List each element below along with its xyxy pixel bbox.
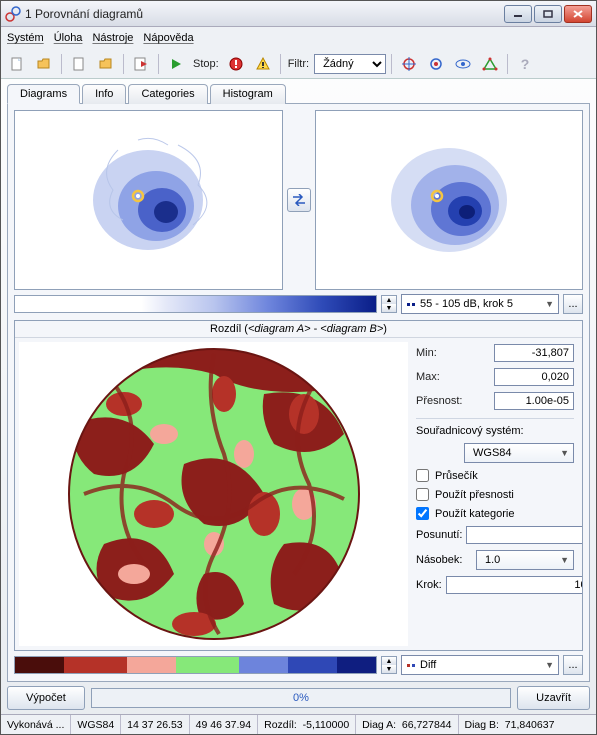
diff-legend-label: Diff <box>420 659 436 671</box>
gradient-spinner[interactable]: ▲▼ <box>381 295 397 313</box>
pouzit-kat-label: Použít kategorie <box>435 508 515 520</box>
progress-label: 0% <box>293 692 309 704</box>
diff-image <box>64 344 364 644</box>
export-button[interactable] <box>129 52 153 76</box>
prusecik-label: Průsečík <box>435 470 478 482</box>
legend-sq-icon <box>406 299 416 309</box>
play-button[interactable] <box>164 52 188 76</box>
menu-system[interactable]: Systém <box>7 32 44 44</box>
status-bar: Vykonává ... WGS84 14 37 26.53 49 46 37.… <box>1 714 596 734</box>
filtr-label: Filtr: <box>288 58 309 70</box>
app-icon <box>5 6 21 22</box>
uzavrit-button[interactable]: Uzavřít <box>517 686 590 710</box>
progress-bar: 0% <box>91 688 511 708</box>
db-range-select[interactable]: 55 - 105 dB, krok 5 ▼ <box>401 294 559 314</box>
minimize-button[interactable] <box>504 5 532 23</box>
diff-header: Rozdíl (<diagram A> - <diagram B>) <box>15 321 582 338</box>
chevron-down-icon: ▼ <box>560 448 569 458</box>
prec-value: 1.00e-05 <box>494 392 574 410</box>
help-icon[interactable]: ? <box>513 52 537 76</box>
new-file-2-button[interactable] <box>67 52 91 76</box>
diagram-b-pane[interactable] <box>315 110 584 290</box>
nasobek-label: Násobek: <box>416 554 472 566</box>
separator <box>280 54 281 74</box>
maximize-button[interactable] <box>534 5 562 23</box>
gradient-bar-top[interactable] <box>14 295 377 313</box>
separator <box>61 54 62 74</box>
status-diagb: Diag B: 71,840637 <box>459 715 561 734</box>
chevron-down-icon: ▼ <box>560 555 569 565</box>
diff-gradient-bar[interactable] <box>14 656 377 674</box>
separator <box>158 54 159 74</box>
menu-bar: Systém Úloha Nástroje Nápověda <box>1 27 596 49</box>
posun-label: Posunutí: <box>416 529 462 541</box>
close-button[interactable] <box>564 5 592 23</box>
db-range-more-button[interactable]: ... <box>563 294 583 314</box>
eye-icon[interactable] <box>451 52 475 76</box>
db-range-label: 55 - 105 dB, krok 5 <box>420 298 513 310</box>
open-folder-2-button[interactable] <box>94 52 118 76</box>
coord-select[interactable]: WGS84 ▼ <box>464 443 574 463</box>
max-value: 0,020 <box>494 368 574 386</box>
alert-button[interactable] <box>251 52 275 76</box>
status-vykonava: Vykonává ... <box>1 715 71 734</box>
filtr-select[interactable]: Žádný <box>314 54 386 74</box>
open-folder-button[interactable] <box>32 52 56 76</box>
diagram-a-image <box>58 120 238 280</box>
stop-button[interactable] <box>224 52 248 76</box>
menu-nastroje[interactable]: Nástroje <box>92 32 133 44</box>
pouzit-presnosti-checkbox[interactable] <box>416 488 429 501</box>
chevron-down-icon: ▼ <box>545 299 554 309</box>
window-title: 1 Porovnání diagramů <box>25 7 504 21</box>
pouzit-pres-label: Použít přesnosti <box>435 489 514 501</box>
target-red-icon[interactable] <box>397 52 421 76</box>
coord-label: Souřadnicový systém: <box>416 425 574 437</box>
tab-categories[interactable]: Categories <box>128 84 207 104</box>
min-value: -31,807 <box>494 344 574 362</box>
nasobek-select[interactable]: 1.0 ▼ <box>476 550 574 570</box>
nasobek-value: 1.0 <box>485 554 500 566</box>
prusecik-checkbox[interactable] <box>416 469 429 482</box>
status-diaga: Diag A: 66,727844 <box>356 715 458 734</box>
tab-info[interactable]: Info <box>82 84 126 104</box>
pouzit-kategorie-checkbox[interactable] <box>416 507 429 520</box>
diff-legend-select[interactable]: Diff ▼ <box>401 655 559 675</box>
krok-input[interactable] <box>446 576 583 594</box>
status-lon: 14 37 26.53 <box>121 715 189 734</box>
diagram-a-pane[interactable] <box>14 110 283 290</box>
krok-label: Krok: <box>416 579 442 591</box>
stop-label: Stop: <box>193 58 219 70</box>
target-blue-icon[interactable] <box>424 52 448 76</box>
prec-label: Přesnost: <box>416 395 462 407</box>
tab-histogram[interactable]: Histogram <box>210 84 286 104</box>
toolbar: Stop: Filtr: Žádný ? <box>1 49 596 79</box>
diff-legend-more-button[interactable]: ... <box>563 655 583 675</box>
tab-diagrams[interactable]: Diagrams <box>7 84 80 104</box>
vypocet-button[interactable]: Výpočet <box>7 686 85 710</box>
menu-uloha[interactable]: Úloha <box>54 32 83 44</box>
diagram-b-image <box>359 120 539 280</box>
status-wgs: WGS84 <box>71 715 121 734</box>
diff-side-panel: Min:-31,807 Max:0,020 Přesnost:1.00e-05 … <box>412 338 582 650</box>
chevron-down-icon: ▼ <box>545 660 554 670</box>
swap-diagrams-button[interactable] <box>287 188 311 212</box>
status-lat: 49 46 37.94 <box>190 715 258 734</box>
posun-input[interactable] <box>466 526 583 544</box>
separator <box>123 54 124 74</box>
diff-canvas[interactable] <box>19 342 408 646</box>
min-label: Min: <box>416 347 437 359</box>
coord-value: WGS84 <box>473 447 512 459</box>
menu-napoveda[interactable]: Nápověda <box>143 32 193 44</box>
separator <box>507 54 508 74</box>
diff-gradient-spinner[interactable]: ▲▼ <box>381 656 397 674</box>
tabs: Diagrams Info Categories Histogram <box>7 83 590 103</box>
max-label: Max: <box>416 371 440 383</box>
status-rozdil: Rozdíl: -5,110000 <box>258 715 356 734</box>
triangle-icon[interactable] <box>478 52 502 76</box>
title-bar: 1 Porovnání diagramů <box>1 1 596 27</box>
new-file-button[interactable] <box>5 52 29 76</box>
separator <box>391 54 392 74</box>
legend-sq-icon <box>406 660 416 670</box>
